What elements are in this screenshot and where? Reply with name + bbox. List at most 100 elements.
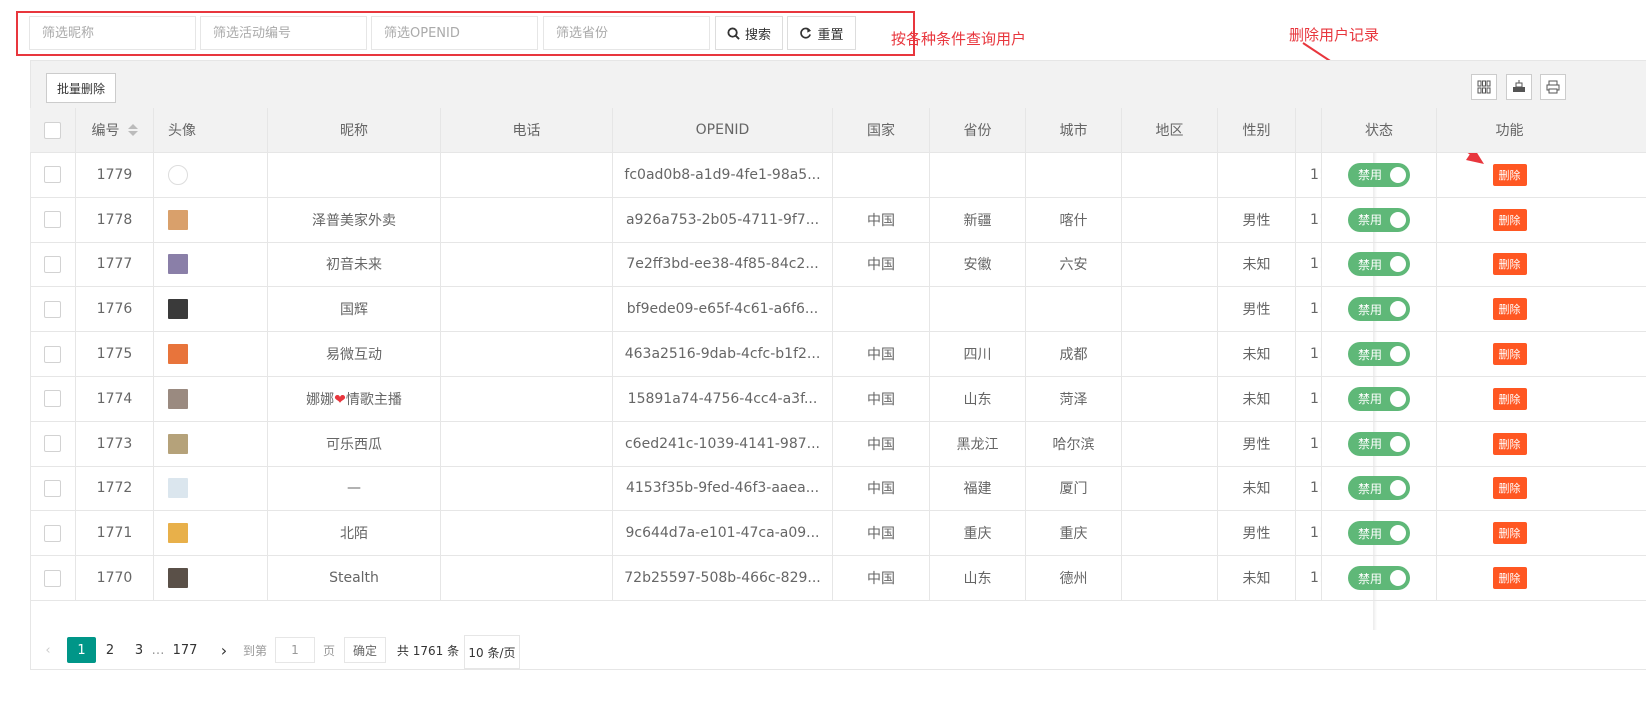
row-checkbox[interactable]: [44, 345, 61, 363]
column-header-country: 国家: [867, 123, 895, 139]
cell-nickname-text: 北陌: [340, 526, 368, 543]
cell-id-text: 1770: [96, 570, 133, 587]
delete-button[interactable]: 删除: [1492, 477, 1527, 500]
column-header-id[interactable]: 编号: [92, 120, 120, 140]
cell-city: 六安: [1026, 242, 1122, 287]
goto-page-input[interactable]: [275, 637, 315, 663]
batch-delete-button[interactable]: 批量删除: [46, 73, 116, 103]
cell-avatar: [154, 511, 268, 556]
cell-nickname-text: 泽普美家外卖: [312, 212, 396, 229]
cell-province-text: 四川: [963, 347, 992, 364]
row-checkbox[interactable]: [44, 569, 61, 587]
column-header-city: 城市: [1059, 123, 1088, 139]
status-toggle[interactable]: 禁用: [1348, 207, 1410, 232]
goto-confirm-button[interactable]: 确定: [344, 637, 386, 663]
status-toggle[interactable]: 禁用: [1348, 476, 1410, 501]
per-page-select[interactable]: 10 条/页: [464, 635, 520, 669]
cell-gender-text: 男性: [1242, 212, 1271, 229]
cell-phone: [441, 242, 613, 287]
delete-button[interactable]: 删除: [1492, 163, 1527, 186]
cell-id-text: 1774: [96, 390, 133, 407]
cell-extra-text: 1!: [1310, 480, 1321, 497]
delete-button[interactable]: 删除: [1492, 432, 1527, 455]
status-toggle[interactable]: 禁用: [1348, 431, 1410, 456]
page-1-button[interactable]: 1: [67, 637, 96, 663]
status-toggle-label: 禁用: [1358, 302, 1383, 317]
header-check: [30, 108, 76, 152]
table-row: 1779 fc0ad0b8-a1d9-4fe1-98a5... 1! 禁用 删除: [30, 153, 1646, 198]
cell-gender: 未知: [1218, 242, 1296, 287]
status-toggle[interactable]: 禁用: [1348, 297, 1410, 322]
delete-button[interactable]: 删除: [1492, 522, 1527, 545]
cell-phone: [441, 511, 613, 556]
header-nickname: 昵称: [268, 108, 441, 152]
cell-province: 山东: [930, 377, 1026, 421]
delete-button[interactable]: 删除: [1492, 253, 1527, 276]
row-checkbox[interactable]: [44, 479, 61, 497]
cell-extra-text: 1!: [1310, 346, 1321, 363]
cell-city-text: 喀什: [1059, 212, 1088, 229]
delete-button[interactable]: 删除: [1492, 567, 1527, 590]
row-checkbox[interactable]: [44, 390, 61, 408]
next-page-button[interactable]: ›: [216, 637, 232, 663]
cell-check: [30, 153, 76, 197]
cell-gender: 未知: [1218, 556, 1296, 600]
status-toggle[interactable]: 禁用: [1348, 566, 1410, 591]
cell-action: 删除: [1437, 243, 1582, 287]
header-phone: 电话: [441, 108, 613, 152]
sort-icon[interactable]: [127, 124, 138, 136]
status-toggle[interactable]: 禁用: [1348, 162, 1410, 187]
cell-city: [1026, 153, 1122, 197]
cell-country: [833, 287, 930, 332]
cell-nickname-text: 国辉: [340, 302, 368, 319]
cell-gender: 男性: [1218, 197, 1296, 242]
cell-district: [1122, 466, 1218, 511]
row-checkbox[interactable]: [44, 166, 61, 184]
cell-country: 中国: [833, 332, 930, 376]
cell-gender: 未知: [1218, 332, 1296, 376]
page-3-button[interactable]: 3: [129, 637, 149, 663]
export-button[interactable]: [1506, 74, 1532, 100]
status-toggle[interactable]: 禁用: [1348, 521, 1410, 546]
cell-openid-text: 7e2ff3bd-ee38-4f85-84c2...: [626, 256, 819, 273]
header-city: 城市: [1026, 108, 1122, 152]
cell-action: 删除: [1437, 153, 1582, 197]
delete-button[interactable]: 删除: [1492, 298, 1527, 321]
row-checkbox[interactable]: [44, 255, 61, 273]
cell-id: 1774: [76, 377, 154, 421]
cell-action: 删除: [1437, 332, 1582, 376]
avatar: [168, 388, 188, 409]
cell-openid-text: fc0ad0b8-a1d9-4fe1-98a5...: [624, 166, 821, 183]
cell-country: 中国: [833, 511, 930, 556]
cell-openid: 463a2516-9dab-4cfc-b1f2...: [613, 332, 833, 376]
row-checkbox[interactable]: [44, 524, 61, 542]
delete-button[interactable]: 删除: [1492, 343, 1527, 366]
cell-city: 德州: [1026, 556, 1122, 600]
row-checkbox[interactable]: [44, 435, 61, 453]
select-all-checkbox[interactable]: [44, 121, 61, 139]
delete-button[interactable]: 删除: [1492, 387, 1527, 410]
cell-status: 禁用: [1321, 421, 1437, 466]
cell-province: 四川: [930, 332, 1026, 376]
print-button[interactable]: [1540, 74, 1566, 100]
delete-button[interactable]: 删除: [1492, 208, 1527, 231]
cell-province: 黑龙江: [930, 421, 1026, 466]
cell-country-text: 中国: [867, 347, 895, 364]
status-toggle[interactable]: 禁用: [1348, 386, 1410, 411]
cell-district: [1122, 287, 1218, 332]
print-icon: [1546, 80, 1560, 94]
status-toggle[interactable]: 禁用: [1348, 342, 1410, 367]
status-toggle[interactable]: 禁用: [1348, 252, 1410, 277]
columns-filter-button[interactable]: [1471, 74, 1497, 100]
last-page-button[interactable]: 177: [170, 637, 200, 663]
status-toggle-label: 禁用: [1358, 257, 1383, 272]
row-checkbox[interactable]: [44, 211, 61, 229]
prev-page-button[interactable]: ‹: [40, 637, 56, 663]
status-toggle-label: 禁用: [1358, 481, 1383, 496]
cell-avatar: [154, 242, 268, 287]
cell-id: 1772: [76, 466, 154, 511]
page-2-button[interactable]: 2: [100, 637, 120, 663]
header-avatar: 头像: [154, 108, 268, 152]
row-checkbox[interactable]: [44, 300, 61, 318]
cell-openid: fc0ad0b8-a1d9-4fe1-98a5...: [613, 153, 833, 197]
